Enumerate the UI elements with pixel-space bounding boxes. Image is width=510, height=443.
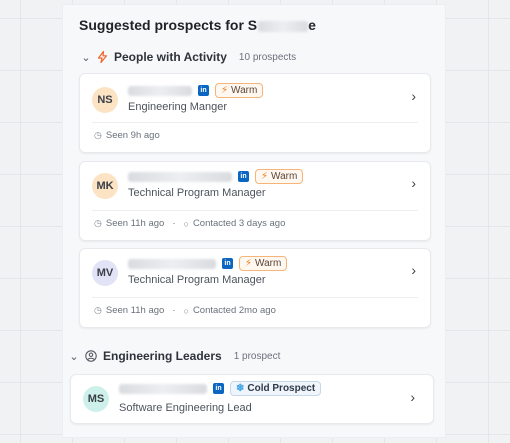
avatar: MV (92, 260, 118, 286)
user-circle-icon (85, 350, 97, 362)
flame-icon: ⚡︎ (221, 85, 229, 96)
linkedin-icon[interactable]: in (238, 171, 249, 182)
prospect-role: Engineering Manger (128, 101, 228, 113)
linkedin-icon[interactable]: in (213, 383, 224, 394)
badge-label: Warm (255, 258, 282, 269)
chat-bubble-icon: ○ (183, 305, 189, 316)
redacted-prospect-name (128, 171, 232, 182)
contacted-text: Contacted 2mo ago (192, 305, 276, 316)
badge-label: Warm (271, 171, 298, 182)
badge-label: Cold Prospect (247, 383, 316, 394)
flame-icon: ⚡︎ (245, 258, 253, 269)
suggested-prospects-panel: Suggested prospects for S e ⌄ People with… (62, 4, 446, 438)
snowflake-icon: ❄ (236, 383, 245, 394)
divider (92, 122, 418, 123)
panel-title: Suggested prospects for S e (79, 17, 316, 33)
badge-label: Warm (231, 85, 258, 96)
section-header-people-with-activity[interactable]: ⌄ People with Activity 10 prospects (81, 50, 296, 64)
seen-text: Seen 11h ago (105, 305, 165, 316)
chevron-right-icon[interactable]: › (410, 389, 415, 405)
avatar: MS (83, 386, 109, 412)
cold-prospect-badge: ❄ Cold Prospect (230, 381, 322, 396)
flame-icon: ⚡︎ (261, 171, 269, 182)
chevron-down-icon[interactable]: ⌄ (69, 350, 79, 363)
warm-badge: ⚡︎ Warm (255, 169, 304, 184)
prospect-name-row: in ⚡︎ Warm (128, 169, 304, 184)
section-count: 10 prospects (238, 51, 297, 63)
prospect-name-row: in ⚡︎ Warm (128, 256, 288, 271)
meta-separator: · (172, 218, 176, 229)
activity-meta: ◷ Seen 11h ago · ○ Contacted 3 days ago (94, 218, 285, 229)
prospect-role: Software Engineering Lead (119, 402, 252, 414)
chevron-right-icon[interactable]: › (411, 88, 416, 104)
section-count: 1 prospect (233, 350, 281, 362)
warm-badge: ⚡︎ Warm (215, 83, 264, 98)
activity-meta: ◷ Seen 9h ago (94, 130, 160, 141)
clock-icon: ◷ (94, 130, 102, 140)
clock-icon: ◷ (94, 305, 102, 315)
linkedin-icon[interactable]: in (222, 258, 233, 269)
chevron-down-icon[interactable]: ⌄ (81, 51, 91, 64)
contacted-text: Contacted 3 days ago (192, 218, 286, 229)
redacted-prospect-name (128, 85, 192, 96)
section-header-engineering-leaders[interactable]: ⌄ Engineering Leaders 1 prospect (69, 349, 280, 363)
section-title: Engineering Leaders (103, 349, 222, 363)
divider (92, 210, 418, 211)
linkedin-icon[interactable]: in (198, 85, 209, 96)
clock-icon: ◷ (94, 218, 102, 228)
prospect-name-row: in ⚡︎ Warm (128, 83, 264, 98)
bolt-icon (97, 51, 108, 63)
panel-title-text: Suggested prospects for S (79, 17, 258, 33)
avatar: MK (92, 173, 118, 199)
prospect-role: Technical Program Manager (128, 187, 266, 199)
divider (92, 297, 418, 298)
panel-title-tail: e (308, 17, 316, 33)
prospect-card[interactable]: MV in ⚡︎ Warm Technical Program Manager … (79, 248, 431, 328)
redacted-prospect-name (128, 258, 216, 269)
redacted-company-name (258, 20, 309, 32)
prospect-card[interactable]: MS in ❄ Cold Prospect Software Engineeri… (70, 374, 434, 424)
avatar: NS (92, 87, 118, 113)
activity-meta: ◷ Seen 11h ago · ○ Contacted 2mo ago (94, 305, 276, 316)
chat-bubble-icon: ○ (183, 218, 189, 229)
seen-text: Seen 9h ago (105, 130, 160, 141)
prospect-card[interactable]: MK in ⚡︎ Warm Technical Program Manager … (79, 161, 431, 241)
redacted-prospect-name (119, 383, 207, 394)
prospect-role: Technical Program Manager (128, 274, 266, 286)
chevron-right-icon[interactable]: › (411, 262, 416, 278)
chevron-right-icon[interactable]: › (411, 175, 416, 191)
meta-separator: · (172, 305, 176, 316)
section-title: People with Activity (114, 50, 227, 64)
prospect-card[interactable]: NS in ⚡︎ Warm Engineering Manger ◷ Seen … (79, 73, 431, 153)
prospect-name-row: in ❄ Cold Prospect (119, 381, 322, 396)
seen-text: Seen 11h ago (105, 218, 165, 229)
warm-badge: ⚡︎ Warm (239, 256, 288, 271)
